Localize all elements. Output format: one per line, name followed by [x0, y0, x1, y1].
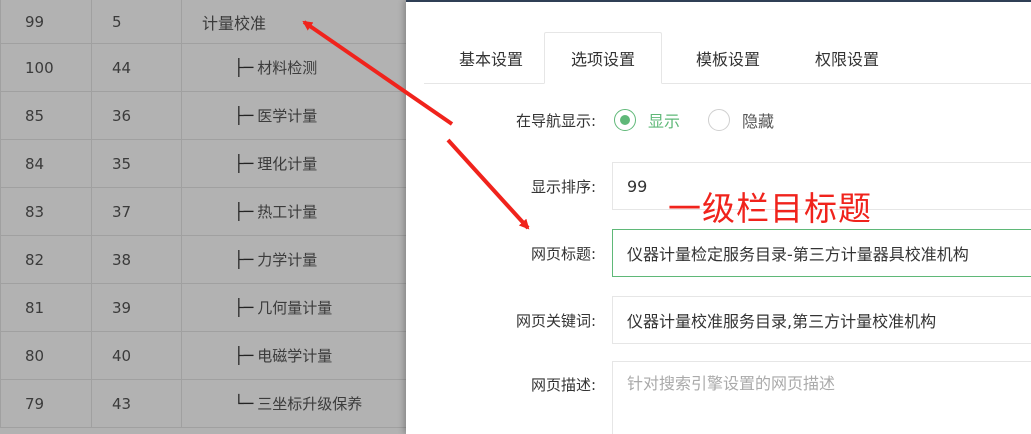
tree-branch-icon: ├─ [234, 58, 254, 77]
tree-branch-icon: ├─ [234, 154, 254, 173]
radio-show-label: 显示 [648, 112, 681, 131]
radio-checked-icon [614, 109, 636, 131]
radio-show[interactable]: 显示 [614, 108, 680, 132]
table-row[interactable]: 85 36 ├─ 医学计量 [0, 92, 406, 140]
sort-cell: 83 [0, 188, 92, 235]
tree-branch-icon: ├─ [234, 250, 254, 269]
id-cell: 38 [92, 236, 182, 283]
column-name: 三坐标升级保养 [257, 395, 363, 413]
column-name: 热工计量 [257, 203, 318, 221]
keywords-input[interactable]: 仪器计量校准服务目录,第三方计量校准机构 [612, 296, 1031, 344]
column-list-table: 99 5 计量校准 100 44 ├─ 材料检测 85 36 ├─ 医学计量 84 35 ├─ 理化计量 83… [0, 0, 406, 434]
id-cell: 37 [92, 188, 182, 235]
id-cell: 39 [92, 284, 182, 331]
panel-top-border [406, 0, 1031, 2]
table-row[interactable]: 100 44 ├─ 材料检测 [0, 44, 406, 92]
id-cell: 35 [92, 140, 182, 187]
tree-branch-icon: ├─ [234, 298, 254, 317]
id-cell: 40 [92, 332, 182, 379]
name-cell: ├─ 几何量计量 [182, 284, 406, 331]
name-cell: 计量校准 [182, 0, 406, 43]
keywords-label: 网页关键词: [515, 312, 596, 330]
radio-hide[interactable]: 隐藏 [708, 108, 774, 132]
tab-permission-settings[interactable]: 权限设置 [788, 32, 906, 83]
column-name: 医学计量 [257, 107, 318, 125]
tree-branch-icon: ├─ [234, 106, 254, 125]
table-row[interactable]: 82 38 ├─ 力学计量 [0, 236, 406, 284]
column-name: 计量校准 [202, 13, 267, 33]
table-row[interactable]: 84 35 ├─ 理化计量 [0, 140, 406, 188]
radio-hide-label: 隐藏 [742, 112, 775, 131]
tree-branch-icon: ├─ [234, 346, 254, 365]
column-name: 理化计量 [257, 155, 318, 173]
radio-unchecked-icon [708, 109, 731, 131]
table-row[interactable]: 80 40 ├─ 电磁学计量 [0, 332, 406, 380]
sort-cell: 81 [0, 284, 92, 331]
sort-cell: 99 [0, 0, 92, 43]
table-row[interactable]: 83 37 ├─ 热工计量 [0, 188, 406, 236]
name-cell: ├─ 热工计量 [182, 188, 406, 235]
name-cell: ├─ 电磁学计量 [182, 332, 406, 379]
page-title-input[interactable]: 仪器计量检定服务目录-第三方计量器具校准机构 [612, 229, 1031, 277]
description-label: 网页描述: [530, 376, 596, 394]
tab-option-settings[interactable]: 选项设置 [544, 32, 662, 84]
sort-label: 显示排序: [530, 178, 596, 196]
page-title-label: 网页标题: [530, 245, 596, 263]
tree-branch-icon: └─ [234, 394, 254, 413]
sort-cell: 84 [0, 140, 92, 187]
description-textarea[interactable]: 针对搜索引擎设置的网页描述 [612, 361, 1031, 434]
id-cell: 36 [92, 92, 182, 139]
annotation-label: 一级栏目标题 [668, 189, 872, 228]
column-name: 几何量计量 [257, 299, 333, 317]
name-cell: ├─ 力学计量 [182, 236, 406, 283]
name-cell: ├─ 医学计量 [182, 92, 406, 139]
id-cell: 43 [92, 380, 182, 427]
tab-basic-settings[interactable]: 基本设置 [432, 32, 550, 83]
sort-cell: 85 [0, 92, 92, 139]
table-row[interactable]: 99 5 计量校准 [0, 0, 406, 44]
column-name: 材料检测 [257, 59, 318, 77]
column-name: 力学计量 [257, 251, 318, 269]
name-cell: └─ 三坐标升级保养 [182, 380, 406, 427]
settings-tabs: 基本设置 选项设置 模板设置 权限设置 [424, 32, 1031, 84]
id-cell: 44 [92, 44, 182, 91]
table-row[interactable]: 79 43 └─ 三坐标升级保养 [0, 380, 406, 428]
table-row[interactable]: 81 39 ├─ 几何量计量 [0, 284, 406, 332]
sort-cell: 79 [0, 380, 92, 427]
sort-cell: 80 [0, 332, 92, 379]
id-cell: 5 [92, 0, 182, 43]
nav-display-label: 在导航显示: [515, 112, 596, 130]
name-cell: ├─ 材料检测 [182, 44, 406, 91]
sort-cell: 82 [0, 236, 92, 283]
tab-template-settings[interactable]: 模板设置 [668, 32, 788, 83]
name-cell: ├─ 理化计量 [182, 140, 406, 187]
tree-branch-icon: ├─ [234, 202, 254, 221]
nav-display-radio-group: 显示 隐藏 [614, 108, 802, 132]
column-name: 电磁学计量 [257, 347, 333, 365]
sort-cell: 100 [0, 44, 92, 91]
